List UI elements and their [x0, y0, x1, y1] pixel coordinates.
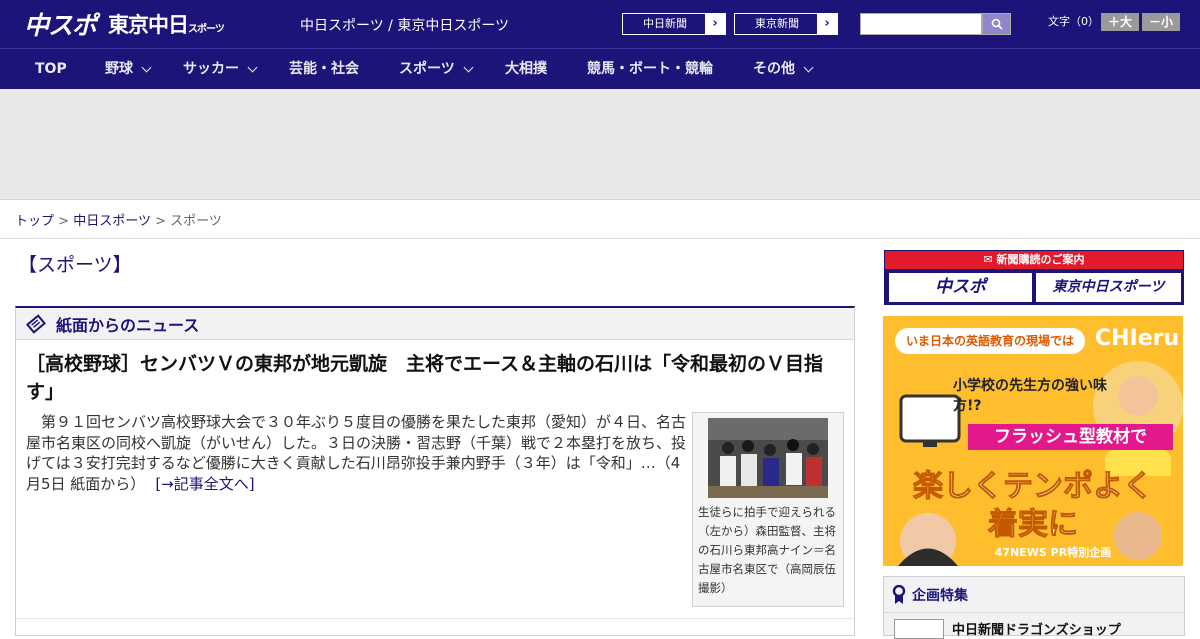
- feature-thumbnail: [894, 619, 944, 639]
- main-nav: TOP 野球 サッカー 芸能・社会 スポーツ 大相撲 競馬・ボート・競輪 その他: [0, 48, 1200, 89]
- newspaper-icon: [26, 313, 46, 334]
- feature-box: 企画特集 中日新聞ドラゴンズショップ: [883, 576, 1185, 639]
- nav-item-entertainment[interactable]: 芸能・社会: [289, 49, 359, 89]
- news-box: 紙面からのニュース ［高校野球］センバツＶの東邦が地元凱旋 主将でエース＆主軸の…: [15, 306, 855, 636]
- search-input[interactable]: [860, 13, 982, 35]
- chevron-down-icon: [247, 62, 258, 72]
- subscription-box: ✉ 新聞購読のご案内 中スポ 東京中日スポーツ: [884, 250, 1184, 305]
- search-icon: [991, 18, 1003, 30]
- article-photo-box: 生徒らに拍手で迎えられる（左から）森田監督、主将の石川ら東邦高ナイン＝名古屋市名…: [692, 412, 844, 607]
- chevron-right-icon: ›: [705, 14, 725, 34]
- breadcrumb-current: スポーツ: [170, 214, 222, 229]
- nav-item-sports[interactable]: スポーツ: [399, 49, 474, 89]
- ad-lead: 小学校の先生方の強い味方!?: [953, 378, 1107, 414]
- nav-item-top[interactable]: TOP: [35, 49, 67, 89]
- subscribe-chuspo-button[interactable]: 中スポ: [889, 273, 1032, 302]
- feature-item[interactable]: 中日新聞ドラゴンズショップ: [894, 619, 1121, 639]
- nav-item-baseball[interactable]: 野球: [105, 49, 152, 89]
- article-summary: 第９１回センバツ高校野球大会で３０年ぶり５度目の優勝を果たした東邦（愛知）が４日…: [26, 413, 687, 493]
- breadcrumb-chunichi-sports[interactable]: 中日スポーツ: [73, 214, 151, 229]
- read-more-link[interactable]: [→記事全文へ]: [155, 475, 254, 493]
- breadcrumb-separator: >: [58, 214, 70, 229]
- chevron-down-icon: [463, 62, 474, 72]
- page-title: 【スポーツ】: [18, 254, 132, 276]
- ad-brand: CHIeru: [1095, 326, 1180, 351]
- article-photo[interactable]: [708, 418, 828, 498]
- divider: [16, 618, 854, 619]
- divider: [0, 238, 1200, 239]
- site-logo[interactable]: 中スポ 東京中日スポーツ: [24, 8, 225, 40]
- ad-banner[interactable]: いま日本の英語教育の現場では CHIeru 小学校の先生方の強い味方!? フラッ…: [883, 316, 1183, 566]
- nav-item-other[interactable]: その他: [753, 49, 814, 89]
- tokyo-shimbun-button[interactable]: 東京新聞 ›: [734, 13, 838, 35]
- breadcrumb: トップ > 中日スポーツ > スポーツ: [15, 210, 222, 229]
- ad-highlight: フラッシュ型教材で: [968, 424, 1173, 450]
- ribbon-icon: [892, 584, 906, 604]
- chevron-down-icon: [141, 62, 152, 72]
- nav-item-keiba[interactable]: 競馬・ボート・競輪: [587, 49, 713, 89]
- search-button[interactable]: [982, 13, 1011, 35]
- chunichi-shimbun-button[interactable]: 中日新聞 ›: [622, 13, 726, 35]
- news-box-header: 紙面からのニュース: [16, 308, 854, 340]
- site-links[interactable]: 中日スポーツ / 東京中日スポーツ: [300, 15, 509, 35]
- chevron-down-icon: [803, 62, 814, 72]
- font-smaller-button[interactable]: －小: [1142, 13, 1180, 31]
- chevron-right-icon: ›: [817, 14, 837, 34]
- logo-tokyo-chunichi: 東京中日スポーツ: [108, 13, 225, 37]
- font-size-label: 文字（0）: [1048, 15, 1099, 28]
- article-headline[interactable]: ［高校野球］センバツＶの東邦が地元凱旋 主将でエース＆主軸の石川は「令和最初のＶ…: [26, 350, 836, 406]
- ad-space: [0, 89, 1200, 200]
- site-header: 中スポ 東京中日スポーツ 中日スポーツ / 東京中日スポーツ 中日新聞 › 東京…: [0, 0, 1200, 48]
- font-larger-button[interactable]: ＋大: [1101, 13, 1139, 31]
- nav-item-sumo[interactable]: 大相撲: [505, 49, 547, 89]
- feature-header: 企画特集: [884, 577, 1184, 613]
- ad-footer: 47NEWS PR特別企画: [994, 546, 1112, 559]
- subscription-header: ✉ 新聞購読のご案内: [885, 251, 1183, 269]
- breadcrumb-top[interactable]: トップ: [15, 214, 54, 229]
- photo-caption: 生徒らに拍手で迎えられる（左から）森田監督、主将の石川ら東邦高ナイン＝名古屋市名…: [698, 505, 836, 595]
- nav-item-soccer[interactable]: サッカー: [183, 49, 258, 89]
- ticket-icon: ✉: [983, 253, 993, 266]
- ad-tag: いま日本の英語教育の現場では: [895, 328, 1085, 354]
- ad-headline-2: 着実に: [988, 507, 1079, 543]
- breadcrumb-separator: >: [155, 214, 166, 229]
- crowd-photo-image: [708, 418, 828, 498]
- logo-chuspo: 中スポ: [24, 11, 97, 40]
- subscribe-tokyo-chunichi-button[interactable]: 東京中日スポーツ: [1036, 273, 1181, 302]
